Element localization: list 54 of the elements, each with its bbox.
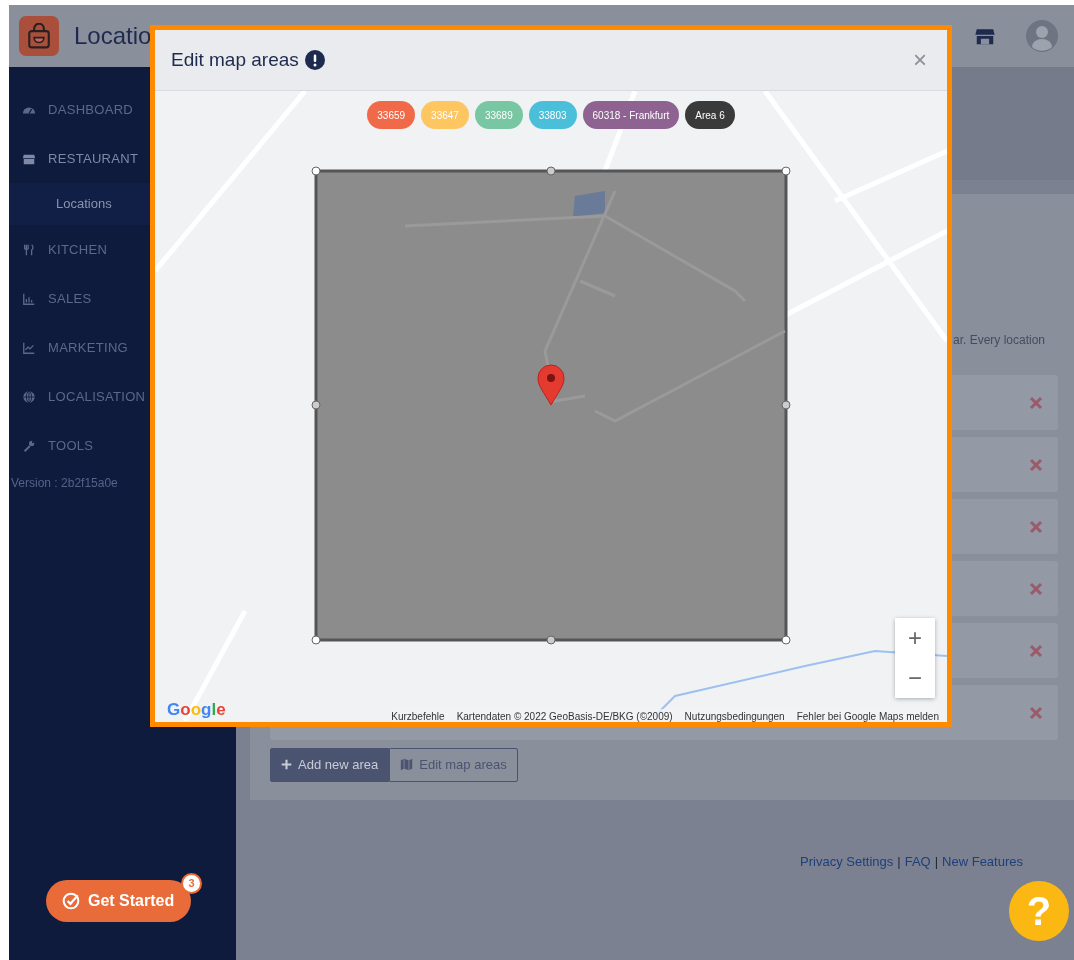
footer-link[interactable]: Privacy Settings	[800, 852, 894, 872]
location-pin-icon	[537, 364, 565, 406]
separator-text: |	[897, 853, 901, 871]
sidebar-item[interactable]: RESTAURANT	[48, 148, 139, 169]
version-text: Version : 2b2f15a0e	[11, 475, 118, 492]
page-title: Locatio	[74, 21, 152, 51]
area-tag[interactable]: 33659	[367, 101, 416, 129]
sidebar-item[interactable]: TOOLS	[48, 435, 94, 456]
plus-icon	[281, 759, 292, 771]
map-link[interactable]: Kurzbefehle	[391, 709, 445, 722]
zoom-out-button[interactable]: −	[895, 658, 935, 698]
globe-icon	[22, 389, 36, 404]
footer-link[interactable]: FAQ	[904, 852, 931, 872]
polygon-handle[interactable]	[781, 166, 791, 176]
polygon-handle[interactable]	[311, 635, 321, 645]
polygon-handle[interactable]	[546, 166, 556, 176]
polygon-handle[interactable]	[311, 400, 321, 410]
description-text: ar. Every location	[952, 333, 1045, 347]
edit-map-button[interactable]: Edit map areas	[389, 748, 518, 782]
area-tag[interactable]: 60318 - Frankfurt	[582, 101, 680, 129]
polygon-handle[interactable]	[781, 400, 791, 410]
map-icon	[400, 758, 414, 772]
zoom-in-button[interactable]: +	[895, 618, 935, 658]
attribution-text: Kartendaten © 2022 GeoBasis-DE/BKG (©2009)	[456, 710, 673, 722]
polygon-handle[interactable]	[781, 635, 791, 645]
map-link[interactable]: Fehler bei Google Maps melden	[796, 709, 939, 722]
shopping-bag-icon	[26, 23, 52, 49]
polygon-handle[interactable]	[546, 635, 556, 645]
footer-link[interactable]: New Features	[942, 852, 1023, 872]
bar-chart-icon	[22, 291, 36, 306]
sidebar-item[interactable]: Locations	[56, 194, 112, 214]
map-view[interactable]: 33659 33647 33689 33803 60318 - Frankfurt Area 6 + − Google Kurzbefehle Kartendaten © 2022 GeoBasis-DE/BKG (©2009) Nutzungsbedingungen Fehler bei Google Maps melden	[155, 91, 947, 722]
close-button[interactable]: ×	[909, 48, 931, 72]
add-area-button[interactable]: Add new area	[270, 748, 390, 782]
sidebar-item[interactable]: LOCALISATION	[48, 386, 146, 407]
wrench-icon	[22, 438, 36, 453]
cutlery-icon	[22, 242, 36, 257]
area-tag[interactable]: 33803	[528, 101, 577, 129]
area-tag[interactable]: 33647	[421, 101, 469, 129]
check-circle-icon	[62, 892, 80, 910]
map-link[interactable]: Nutzungsbedingungen	[684, 709, 785, 722]
line-chart-icon	[22, 340, 36, 355]
sidebar-item[interactable]: MARKETING	[48, 337, 128, 358]
sidebar-item[interactable]: SALES	[48, 288, 92, 309]
area-tag[interactable]: 33689	[474, 101, 523, 129]
building-shape	[573, 191, 605, 217]
modal-title: Edit map areas	[171, 47, 299, 72]
sidebar-item[interactable]: KITCHEN	[48, 239, 108, 260]
map-logo: Google	[167, 699, 226, 721]
area-tag[interactable]: Area 6	[685, 101, 735, 129]
polygon-handle[interactable]	[311, 166, 321, 176]
sidebar-item[interactable]: DASHBOARD	[48, 99, 134, 120]
exclamation-circle-icon[interactable]	[304, 50, 325, 70]
separator-text: |	[934, 853, 939, 871]
